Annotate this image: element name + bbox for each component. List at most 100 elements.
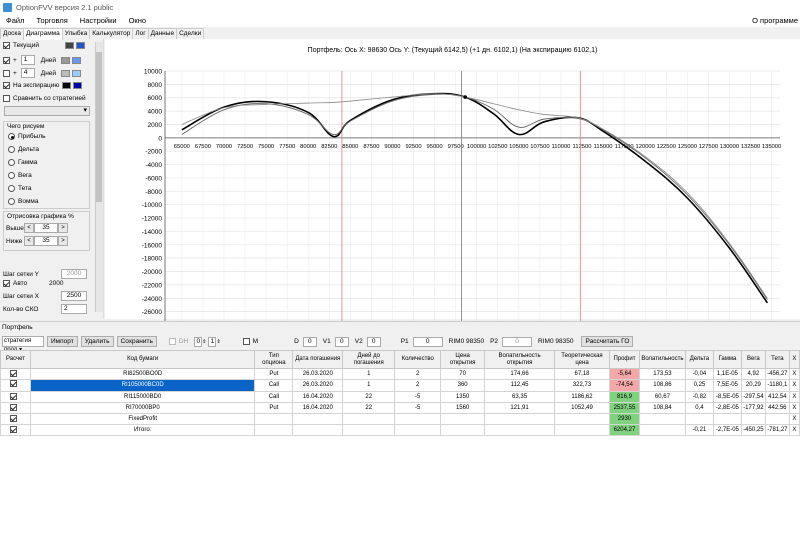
tab-calculator[interactable]: Калькулятор [89, 28, 134, 39]
table-row[interactable]: RI70000BP0 Put 16.04.2020 22 -5 1560 121,91 105… [0, 402, 800, 414]
cell-x[interactable]: X [788, 391, 800, 403]
table-row[interactable]: Итого: 6204,27 -0,21 -2,7E-05 -450,25 -781,27… [0, 424, 800, 436]
above-input[interactable]: 35 [34, 223, 58, 233]
tab-smile[interactable]: Улыбка [61, 28, 91, 39]
column-header[interactable]: Гамма [712, 350, 742, 369]
column-header[interactable]: Дельта [684, 350, 714, 369]
import-button[interactable]: Импорт [47, 336, 78, 347]
calc-checkbox[interactable] [10, 380, 18, 387]
cell-x[interactable]: X [788, 424, 800, 436]
calc-checkbox-cell[interactable] [0, 368, 31, 380]
radio-delta-button[interactable] [8, 146, 15, 153]
table-row[interactable]: RI105000BC0D Call 26.03.2020 1 2 360 112,45 322… [0, 379, 800, 392]
above-increment[interactable]: > [58, 223, 68, 233]
plus2-checkbox[interactable] [3, 69, 10, 77]
p1-input[interactable]: 0 [412, 336, 443, 347]
radio-profit[interactable]: Прибыль [8, 133, 46, 140]
auto-checkbox[interactable] [3, 280, 10, 287]
radio-gamma[interactable]: Гамма [8, 159, 37, 166]
column-header[interactable]: Теоретическая цена [554, 350, 610, 369]
column-header[interactable]: Код бумаги [29, 350, 256, 369]
plus2-color-swatch-2[interactable] [72, 69, 82, 77]
column-header[interactable]: Количество [394, 350, 442, 369]
menu-settings[interactable]: Настройки [74, 16, 123, 25]
expiry-color-swatch[interactable] [62, 82, 72, 89]
calc-checkbox-cell[interactable] [0, 424, 31, 436]
table-row[interactable]: RI82500BO0D Put 26.03.2020 1 2 70 174,66 67,18-… [0, 368, 800, 380]
radio-theta[interactable]: Тета [8, 185, 32, 192]
v2-input[interactable]: 0 [366, 336, 381, 347]
tab-log[interactable]: Лог [132, 28, 149, 39]
column-header[interactable]: Цена открытия [440, 350, 486, 369]
calc-checkbox[interactable] [10, 369, 18, 377]
current-color-swatch[interactable] [65, 42, 74, 49]
column-header[interactable]: Дней до погашения [342, 350, 396, 369]
column-header[interactable]: Вега [740, 350, 766, 369]
sko-input[interactable]: 2 [61, 304, 87, 314]
plus2-color-swatch[interactable] [61, 69, 71, 77]
column-header[interactable]: Тип опциона [254, 350, 294, 369]
below-decrement[interactable]: < [24, 236, 34, 246]
current-color-swatch-2[interactable] [76, 42, 85, 49]
expiry-checkbox[interactable] [3, 82, 10, 89]
plus2-days-input[interactable]: 4 [20, 68, 35, 78]
spinner-icon[interactable]: ⇕ [216, 339, 220, 345]
calc-checkbox-cell[interactable] [0, 413, 31, 425]
calc-checkbox[interactable] [10, 403, 18, 411]
radio-gamma-button[interactable] [8, 159, 15, 166]
column-header[interactable]: Тета [764, 350, 790, 369]
calc-go-button[interactable]: Рассчитать ГО [581, 336, 634, 347]
table-row[interactable]: RI115000BD0 Call 16.04.2020 22 -5 1350 63,35 11… [0, 391, 800, 403]
radio-vomma[interactable]: Вомма [8, 198, 39, 205]
left-panel-scroll-thumb[interactable] [96, 52, 102, 202]
table-row[interactable]: FixedProfit 2930 X [0, 413, 800, 425]
tab-board[interactable]: Доска [0, 28, 24, 39]
tab-diagram[interactable]: Диаграмма [22, 28, 63, 40]
compare-strategy-select[interactable]: ▾ [4, 106, 90, 116]
strategy-select[interactable]: стратегия прод ▾ [2, 336, 44, 353]
dh-value-1[interactable]: 1 [208, 336, 217, 347]
radio-theta-button[interactable] [8, 185, 15, 192]
spinner-icon[interactable]: ⇕ [202, 339, 206, 345]
menu-trade[interactable]: Торговля [30, 16, 73, 25]
below-increment[interactable]: > [58, 236, 68, 246]
radio-delta[interactable]: Дельта [8, 146, 39, 153]
compare-checkbox[interactable] [3, 95, 10, 102]
cell-x[interactable]: X [788, 413, 800, 425]
calc-checkbox-cell[interactable] [0, 391, 31, 403]
d-input[interactable]: 0 [302, 336, 317, 347]
gridx-input[interactable]: 2500 [61, 291, 87, 301]
plus1-checkbox[interactable] [3, 56, 10, 64]
menu-window[interactable]: Окно [123, 16, 152, 25]
p2-input[interactable]: 0 [502, 336, 533, 347]
delete-button[interactable]: Удалить [80, 336, 114, 347]
column-header[interactable]: Волатильность открытия [484, 350, 556, 369]
menu-about[interactable]: О программе [746, 16, 800, 25]
calc-checkbox-cell[interactable] [0, 379, 31, 392]
v1-input[interactable]: 0 [334, 336, 349, 347]
cell-x[interactable]: X [788, 379, 800, 392]
dh-value-0[interactable]: 0 [194, 336, 203, 347]
radio-profit-button[interactable] [8, 133, 15, 140]
calc-checkbox[interactable] [10, 414, 18, 422]
plus1-color-swatch[interactable] [61, 56, 71, 64]
gridy-input[interactable]: 2000 [61, 269, 87, 279]
column-header[interactable]: Профит [608, 350, 640, 369]
cell-x[interactable]: X [788, 368, 800, 380]
cell-x[interactable]: X [788, 402, 800, 414]
calc-checkbox[interactable] [10, 425, 18, 433]
expiry-color-swatch-2[interactable] [73, 82, 83, 89]
calc-checkbox-cell[interactable] [0, 402, 31, 414]
calc-checkbox[interactable] [10, 392, 18, 400]
radio-vomma-button[interactable] [8, 198, 15, 205]
tab-deals[interactable]: Сделки [176, 28, 205, 39]
tab-data[interactable]: Данные [147, 28, 178, 39]
below-input[interactable]: 35 [34, 236, 58, 246]
radio-vega-button[interactable] [8, 172, 15, 179]
plus1-days-input[interactable]: 1 [20, 55, 35, 65]
radio-vega[interactable]: Вега [8, 172, 32, 179]
column-header[interactable]: X [788, 350, 800, 369]
menu-file[interactable]: Файл [0, 16, 30, 25]
plus1-color-swatch-2[interactable] [72, 56, 82, 64]
dh-checkbox[interactable] [168, 338, 176, 345]
